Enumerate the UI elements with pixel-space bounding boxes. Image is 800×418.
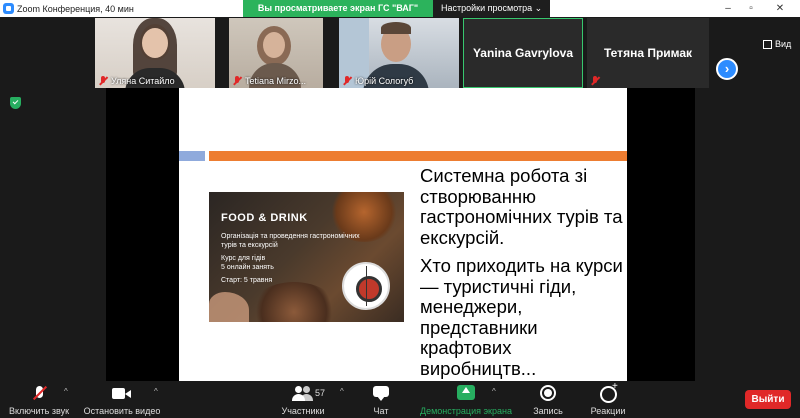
share-banner: Вы просматриваете экран ГС "ВАГ" Настрой…: [243, 0, 550, 17]
zoom-app-icon: [3, 3, 14, 14]
participant-face: [263, 32, 285, 58]
share-screen-label: Демонстрация экрана: [420, 406, 512, 416]
slide-paragraph: Системна робота зі створюванню гастроном…: [420, 165, 623, 248]
promo-subtitle: Організація та проведення гастрономічних…: [221, 233, 360, 249]
window-title: Zoom Конференция, 40 мин: [17, 3, 134, 14]
stop-video-button[interactable]: Остановить видео: [82, 384, 162, 416]
participant-name: Yanina Gavrylova: [472, 46, 574, 60]
view-options-button[interactable]: Настройки просмотра ⌄: [433, 0, 550, 17]
unmute-button[interactable]: Включить звук: [6, 384, 72, 416]
microphone-muted-icon: [33, 384, 45, 402]
slide-text: Системна робота зі створюванню гастроном…: [420, 165, 625, 381]
share-screen-icon: [457, 384, 475, 402]
share-options-caret[interactable]: ^: [492, 387, 496, 396]
participant-tile[interactable]: Уляна Ситайло: [95, 18, 215, 88]
stop-video-label: Остановить видео: [83, 406, 161, 416]
participant-gallery: Уляна Ситайло Tetiana Mirzo... Юрій Соло…: [0, 17, 800, 89]
video-options-caret[interactable]: ^: [154, 387, 158, 396]
shared-screen: FOOD & DRINK Організація та проведення г…: [106, 88, 695, 381]
participant-tile-active[interactable]: Yanina Gavrylova: [463, 18, 583, 88]
participant-hair: [381, 22, 411, 34]
mic-muted-icon: [232, 76, 242, 86]
audio-options-caret[interactable]: ^: [64, 387, 68, 396]
slide-accent-bar-orange: [209, 151, 627, 161]
participant-label: Юрій Сологуб: [342, 76, 413, 86]
security-shield-icon[interactable]: [10, 97, 21, 109]
viewing-screen-message: Вы просматриваете экран ГС "ВАГ": [243, 0, 433, 17]
slide-paragraph: Хто приходить на курси — туристичні гіди…: [420, 255, 623, 379]
reactions-button[interactable]: Реакции: [587, 381, 629, 416]
minimize-icon[interactable]: –: [718, 0, 738, 17]
presentation-slide: FOOD & DRINK Організація та проведення г…: [179, 88, 627, 381]
participant-tile[interactable]: Tetiana Mirzo...: [229, 18, 323, 88]
unmute-label: Включить звук: [8, 406, 70, 416]
mic-muted-icon: [98, 76, 108, 86]
course-promo-image: FOOD & DRINK Організація та проведення г…: [209, 192, 404, 322]
slide-accent-bar-blue: [179, 151, 205, 161]
participants-options-caret[interactable]: ^: [340, 387, 344, 396]
view-label: Вид: [775, 39, 792, 49]
mic-muted-icon: [590, 76, 600, 86]
participants-count: 57: [315, 388, 326, 398]
camera-icon: [112, 384, 132, 402]
compass-logo: [342, 262, 390, 310]
chat-button[interactable]: Чат: [366, 384, 396, 416]
leave-meeting-button[interactable]: Выйти: [745, 390, 791, 409]
promo-course: Курс для гідів 5 онлайн занять: [221, 254, 274, 272]
participants-label: Участники: [281, 406, 325, 416]
participant-tile[interactable]: Юрій Сологуб: [339, 18, 459, 88]
view-button[interactable]: Вид: [763, 39, 791, 49]
promo-start-date: Старт: 5 травня: [221, 277, 273, 284]
record-label: Запись: [533, 406, 563, 416]
promo-course-line: Курс для гідів: [221, 255, 266, 262]
food-image: [249, 282, 339, 322]
participant-label: Tetiana Mirzo...: [232, 76, 306, 86]
mic-muted-icon: [342, 76, 352, 86]
chat-icon: [373, 384, 389, 402]
meeting-toolbar: Включить звук ^ Остановить видео ^ Участ…: [0, 381, 800, 418]
close-icon[interactable]: ✕: [770, 0, 790, 17]
grid-view-icon: [763, 39, 772, 49]
participant-face: [142, 28, 168, 58]
record-button[interactable]: Запись: [530, 384, 566, 416]
share-screen-button[interactable]: Демонстрация экрана: [414, 384, 518, 416]
participant-label: [590, 76, 603, 86]
participant-name: Тетяна Примак: [603, 46, 693, 60]
participant-label: Уляна Ситайло: [98, 76, 175, 86]
maximize-icon[interactable]: ▫: [741, 0, 761, 17]
gallery-next-button[interactable]: ›: [716, 58, 738, 80]
chat-label: Чат: [373, 406, 389, 416]
participant-tile[interactable]: Тетяна Примак: [587, 18, 709, 88]
promo-title: FOOD & DRINK: [221, 212, 308, 224]
participants-icon: [292, 384, 314, 402]
record-icon: [540, 384, 556, 402]
reactions-label: Реакции: [590, 406, 626, 416]
reactions-icon: [600, 381, 618, 403]
promo-course-line: 5 онлайн занять: [221, 264, 274, 271]
hand-image: [209, 292, 249, 322]
